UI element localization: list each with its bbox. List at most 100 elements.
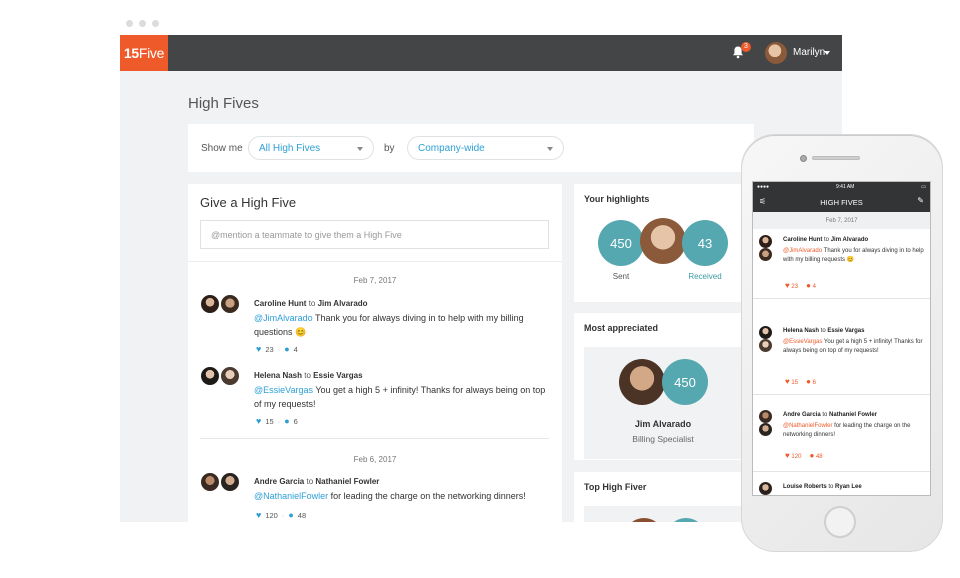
scope-filter-select[interactable]: Company-wide [407,136,564,160]
chevron-down-icon[interactable] [824,51,830,55]
sender-name[interactable]: Caroline Hunt [254,299,306,308]
top-high-fiver-box[interactable] [584,506,742,522]
to-word: to [308,299,316,308]
heart-icon[interactable]: ♥ [256,344,261,354]
phone-date-header: Feb 7, 2017 [753,212,930,229]
entry-names: Helena Nash to Essie Vargas [254,371,363,380]
high-fives-filter-select[interactable]: All High Fives [248,136,374,160]
message-text: for leading the charge on the networking… [328,491,526,501]
entry-message: @JimAlvarado Thank you for always diving… [783,247,925,265]
sender-avatar [759,235,772,248]
emoji: 😊 [295,327,307,337]
comment-icon[interactable]: ● [806,281,811,290]
recipient-avatar [759,339,772,352]
mention-link[interactable]: @NathanielFowler [254,491,328,501]
mention-link[interactable]: @NathanielFowler [783,423,832,429]
signal-icon: ●●●● [757,184,770,190]
sender-name[interactable]: Helena Nash [254,371,302,380]
appreciated-count: 450 [674,374,696,390]
mention-link[interactable]: @JimAlvarado [254,313,313,323]
recipient-name[interactable]: Nathaniel Fowler [315,477,379,486]
comment-icon[interactable]: ● [284,416,289,426]
heart-icon[interactable]: ♥ [785,377,790,386]
comment-count: 6 [812,380,816,386]
heart-icon[interactable]: ♥ [785,451,790,460]
recipient-name[interactable]: Essie Vargas [313,371,362,380]
highlights-title: Your highlights [584,194,650,204]
phone-speaker [812,156,860,160]
desktop-app-window: 15 Five 3 Marilyn High Fives Show me All … [120,12,842,522]
date-header: Feb 6, 2017 [353,455,397,464]
sender-avatar [759,326,772,339]
feed-entry: Caroline Hunt to Jim Alvarado @JimAlvara… [200,292,550,354]
sender-name[interactable]: Andre Garcia [254,477,304,486]
mention-input[interactable]: @mention a teammate to give them a High … [200,220,549,249]
mention-link[interactable]: @EssieVargas [783,339,822,345]
heart-icon[interactable]: ♥ [256,510,261,520]
divider [200,438,549,439]
phone-screen: ●●●● 9:41 AM ▭ ⚟ HIGH FIVES ✎ Feb 7, 201… [752,181,931,496]
comment-icon[interactable]: ● [288,510,293,520]
app-logo[interactable]: 15 Five [120,35,168,71]
like-count: 23 [265,344,274,354]
phone-feed-entry[interactable]: Caroline Hunt to Jim Alvarado @JimAlvara… [753,229,930,299]
page-title: High Fives [188,95,259,112]
received-count-badge: 43 [682,220,728,266]
entry-message: @NathanielFowler for leading the charge … [254,489,548,503]
sender-avatar[interactable] [200,366,220,386]
user-avatar[interactable] [765,42,787,64]
by-label: by [384,143,395,154]
sender-name: Louise Roberts [783,484,827,490]
user-photo [640,218,686,264]
recipient-avatar [759,423,772,436]
notification-badge: 3 [741,42,751,52]
entry-stats: ♥ 120 ● 48 [785,451,823,460]
separator-dot: · [281,510,285,520]
entry-stats: ♥ 15 ● 6 [785,377,816,386]
window-dot [139,20,146,27]
sender-avatar[interactable] [200,294,220,314]
received-label: Received [688,272,722,281]
top-high-fiver-card: Top High Fiver [574,472,742,522]
phone-feed-entry[interactable]: Louise Roberts to Ryan Lee [753,478,930,495]
recipient-name[interactable]: Jim Alvarado [318,299,368,308]
comment-icon[interactable]: ● [806,377,811,386]
phone-home-button[interactable] [824,506,856,538]
mention-link[interactable]: @EssieVargas [254,385,313,395]
separator-dot: · [277,416,281,426]
recipient-avatar[interactable] [220,472,240,492]
most-appreciated-box[interactable]: 450 Jim Alvarado Billing Specialist [584,347,742,459]
person-photo [619,359,665,405]
sender-avatar [759,410,772,423]
show-me-label: Show me [201,143,243,154]
logo-number: 15 [123,45,139,61]
person-name: Jim Alvarado [634,419,692,429]
recipient-avatar[interactable] [220,294,240,314]
phone-feed-entry[interactable]: Andre Garcia to Nathaniel Fowler @Nathan… [753,404,930,472]
mention-link[interactable]: @JimAlvarado [783,248,822,254]
phone-mockup: ●●●● 9:41 AM ▭ ⚟ HIGH FIVES ✎ Feb 7, 201… [741,134,943,552]
phone-feed-entry[interactable]: Helena Nash to Essie Vargas @EssieVargas… [753,320,930,395]
top-high-fiver-badge [666,518,706,522]
comment-icon[interactable]: ● [809,451,814,460]
filter-icon[interactable]: ⚟ [759,197,766,206]
recipient-avatar[interactable] [220,366,240,386]
sent-count: 450 [610,235,632,251]
window-dot [126,20,133,27]
top-high-fiver-title: Top High Fiver [584,482,647,492]
recipient-avatar [759,248,772,261]
phone-nav-bar: ⚟ HIGH FIVES ✎ [753,192,930,212]
comment-count: 48 [815,454,823,460]
comment-icon[interactable]: ● [284,344,289,354]
compose-icon[interactable]: ✎ [917,196,924,205]
filter-bar: Show me All High Fives by Company-wide [188,124,754,172]
sender-avatar[interactable] [200,472,220,492]
user-name[interactable]: Marilyn [793,47,825,58]
entry-stats: ♥ 120 · ● 48 [256,510,306,520]
sender-name: Andre Garcia [783,412,821,418]
entry-stats: ♥ 15 · ● 6 [256,416,298,426]
heart-icon[interactable]: ♥ [785,281,790,290]
sent-label: Sent [612,272,630,281]
person-photo [624,518,664,522]
heart-icon[interactable]: ♥ [256,416,261,426]
